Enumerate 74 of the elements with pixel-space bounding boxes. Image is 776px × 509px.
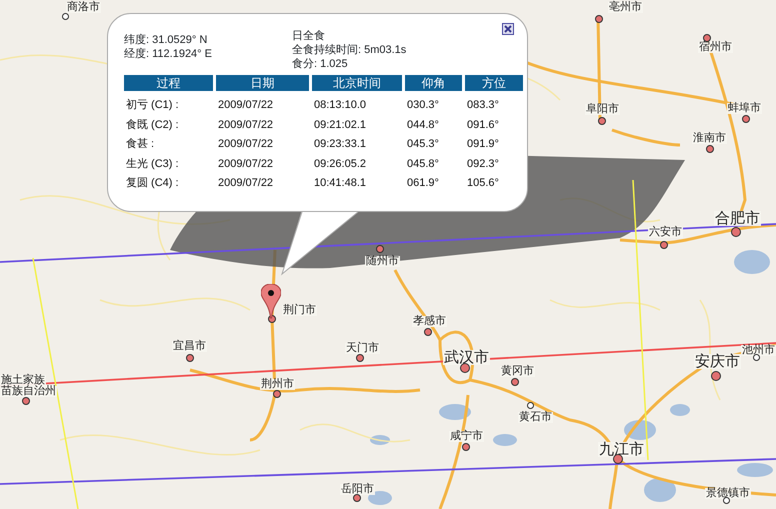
- lake-drawing: [644, 478, 676, 502]
- table-cell-text: 091.9°: [466, 137, 500, 152]
- table-cell-text: 105.6°: [466, 176, 500, 192]
- table-cell-text: 2009/07/22: [217, 98, 274, 113]
- lake-drawing: [670, 404, 690, 416]
- city-dot-icon: [723, 497, 730, 504]
- table-cell-text: 045.8°: [406, 156, 440, 172]
- lake-drawing: [370, 435, 390, 445]
- table-cell-text: 食甚 :: [125, 137, 156, 152]
- lake-drawing: [493, 434, 517, 446]
- city-label: 武汉市: [443, 350, 490, 365]
- city-label: 六安市: [648, 227, 683, 238]
- column-header: 仰角: [405, 75, 462, 91]
- eclipse-type-text: 日全食: [292, 29, 326, 43]
- table-cell-text: 030.3°: [406, 98, 440, 113]
- city-label: 黄冈市: [500, 366, 535, 377]
- table-cell-text: 083.3°: [466, 98, 500, 113]
- table-cell-text: 2009/07/22: [217, 176, 274, 192]
- city-label: 合肥市: [714, 211, 761, 226]
- city-label: 阜阳市: [585, 104, 620, 115]
- city-label: 孝感市: [412, 316, 447, 327]
- city-label: 池州市: [741, 345, 776, 356]
- close-button[interactable]: [502, 23, 514, 35]
- table-cell-text: 044.8°: [406, 118, 440, 133]
- table-cell-text: 2009/07/22: [217, 156, 274, 172]
- lake-drawing: [737, 463, 773, 477]
- lake-drawing: [439, 404, 471, 420]
- city-label: 岳阳市: [340, 484, 375, 495]
- city-label: 淮南市: [692, 133, 727, 144]
- column-header: 过程: [124, 75, 213, 91]
- city-label: 荆门市: [282, 305, 317, 316]
- location-marker-icon[interactable]: [261, 284, 281, 320]
- city-label: 商洛市: [66, 2, 101, 13]
- table-cell-text: 2009/07/22: [217, 137, 274, 152]
- city-label: 蚌埠市: [727, 103, 762, 114]
- table-cell-text: 045.3°: [406, 137, 440, 152]
- table-cell-text: 复圆 (C4) :: [125, 176, 180, 192]
- table-cell-text: 09:23:33.1: [313, 137, 367, 152]
- close-icon: [503, 24, 513, 34]
- city-label: 黄石市: [518, 412, 553, 423]
- table-cell-text: 食既 (C2) :: [125, 118, 180, 133]
- city-label: 施土家族: [0, 375, 46, 386]
- city-dot-icon: [613, 454, 623, 464]
- lake-drawing: [734, 250, 770, 274]
- table-cell-text: 092.3°: [466, 156, 500, 172]
- table-cell-text: 2009/07/22: [217, 118, 274, 133]
- table-cell-text: 生光 (C3) :: [125, 156, 180, 172]
- table-cell-text: 091.6°: [466, 118, 500, 133]
- latitude-text: 纬度: 31.0529° N: [124, 33, 208, 47]
- column-header: 日期: [216, 75, 309, 91]
- table-cell-text: 初亏 (C1) :: [125, 98, 180, 113]
- table-cell-text: 10:41:48.1: [313, 176, 367, 192]
- city-label: 随州市: [365, 256, 400, 267]
- city-label: 宜昌市: [172, 341, 207, 352]
- city-label: 荆州市: [260, 379, 295, 390]
- city-label: 苗族自治州: [0, 386, 57, 397]
- table-cell-text: 061.9°: [406, 176, 440, 192]
- table-cell-text: 09:26:05.2: [313, 156, 367, 172]
- city-label: 九江市: [598, 442, 645, 457]
- magnitude-text: 食分: 1.025: [292, 57, 349, 71]
- city-label: 安庆市: [694, 354, 741, 369]
- city-dot-icon: [753, 354, 760, 361]
- column-header: 北京时间: [312, 75, 402, 91]
- city-label: 天门市: [345, 343, 380, 354]
- lake-drawing: [624, 420, 656, 440]
- city-label: 咸宁市: [449, 431, 484, 442]
- city-label: 亳州市: [608, 2, 643, 13]
- table-cell-text: 08:13:10.0: [313, 98, 367, 113]
- city-label: 景德镇市: [705, 488, 751, 499]
- column-header: 方位: [465, 75, 523, 91]
- duration-text: 全食持续时间: 5m03.1s: [292, 43, 406, 57]
- city-label: 宿州市: [698, 42, 733, 53]
- longitude-text: 经度: 112.1924° E: [124, 47, 213, 61]
- table-cell-text: 09:21:02.1: [313, 118, 367, 133]
